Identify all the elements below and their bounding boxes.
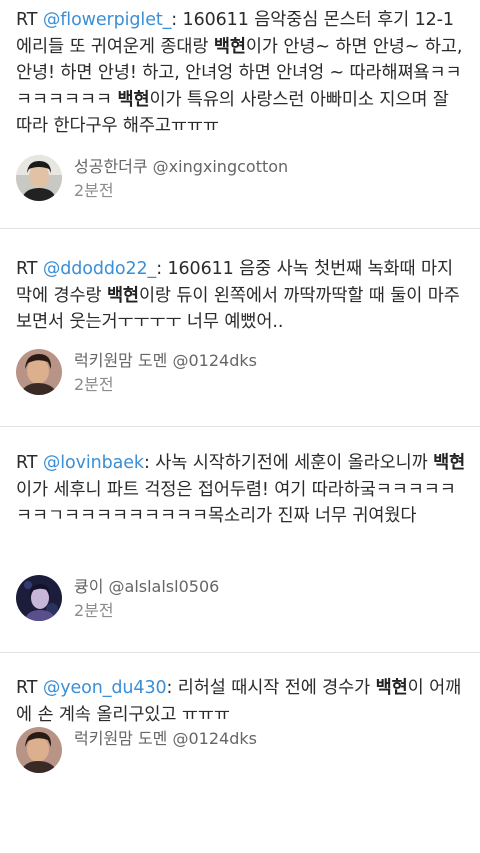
tweet-text: RT @yeon_du430: 리허설 때시작 전에 경수가 백현이 어깨에 손… [16, 653, 466, 728]
avatar[interactable] [16, 155, 62, 201]
avatar[interactable] [16, 575, 62, 621]
tweet-feed: RT @flowerpiglet_: 160611 음악중심 몬스터 후기 12… [0, 0, 480, 853]
tweet-text-segment: RT [16, 259, 43, 279]
tweet-text-segment: RT [16, 453, 43, 473]
tweet-item[interactable]: RT @lovinbaek: 사녹 시작하기전에 세훈이 올라오니까 백현이가 … [0, 427, 480, 653]
mention-link[interactable]: @ddoddo22_ [43, 259, 156, 279]
timestamp: 2분전 [74, 601, 114, 620]
tweet-item[interactable]: RT @ddoddo22_: 160611 음중 사녹 첫번째 녹화때 마지막에… [0, 229, 480, 427]
author-row: 성공한더쿠 @xingxingcotton 2분전 [16, 155, 288, 202]
avatar[interactable] [16, 349, 62, 395]
tweet-text-segment: : 리허설 때시작 전에 경수가 [166, 678, 376, 698]
mention-link[interactable]: @lovinbaek [43, 453, 144, 473]
tweet-text: RT @lovinbaek: 사녹 시작하기전에 세훈이 올라오니까 백현이가 … [16, 427, 466, 530]
author-name[interactable]: 큥이 @alslalsl0506 [74, 576, 219, 598]
highlight-keyword: 백현 [106, 285, 139, 306]
tweet-text-segment: RT [16, 10, 43, 30]
author-name[interactable]: 럭키원맘 도멘 @0124dks [74, 728, 257, 750]
highlight-keyword: 백현 [433, 453, 466, 473]
mention-link[interactable]: @flowerpiglet_ [43, 10, 172, 30]
timestamp: 2분전 [74, 375, 114, 394]
timestamp: 2분전 [74, 181, 114, 200]
highlight-keyword: 백현 [213, 36, 246, 57]
tweet-item[interactable]: RT @flowerpiglet_: 160611 음악중심 몬스터 후기 12… [0, 0, 480, 229]
mention-link[interactable]: @yeon_du430 [43, 678, 167, 698]
author-row: 큥이 @alslalsl0506 2분전 [16, 575, 219, 622]
tweet-text-segment: RT [16, 678, 43, 698]
tweet-item[interactable]: RT @yeon_du430: 리허설 때시작 전에 경수가 백현이 어깨에 손… [0, 653, 480, 853]
highlight-keyword: 백현 [375, 678, 408, 698]
avatar[interactable] [16, 727, 62, 773]
author-row: 럭키원맘 도멘 @0124dks [16, 727, 257, 773]
tweet-text: RT @flowerpiglet_: 160611 음악중심 몬스터 후기 12… [16, 0, 466, 140]
author-name[interactable]: 럭키원맘 도멘 @0124dks [74, 350, 257, 372]
tweet-text-segment: 이가 세후니 파트 걱정은 접어두렴! 여기 따라하궄ㅋㅋㅋㅋㅋㅋㅋㄱㅋㅋㅋㅋㅋ… [16, 479, 456, 527]
author-row: 럭키원맘 도멘 @0124dks 2분전 [16, 349, 257, 396]
tweet-text: RT @ddoddo22_: 160611 음중 사녹 첫번째 녹화때 마지막에… [16, 229, 466, 336]
tweet-text-segment: : 사녹 시작하기전에 세훈이 올라오니까 [143, 453, 434, 473]
author-name[interactable]: 성공한더쿠 @xingxingcotton [74, 156, 288, 178]
highlight-keyword: 백현 [117, 89, 150, 110]
